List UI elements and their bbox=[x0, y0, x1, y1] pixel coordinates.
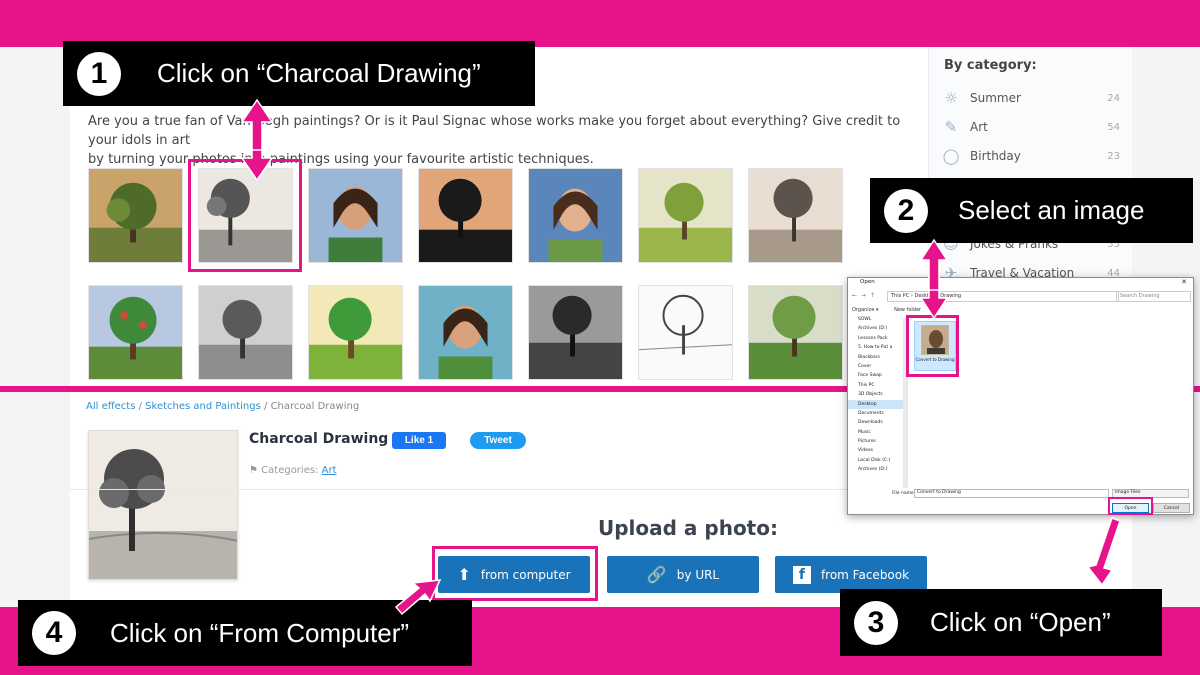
tag-icon: ⚑ bbox=[249, 465, 262, 476]
facebook-like-button[interactable]: Like 1 bbox=[392, 432, 446, 449]
sidebar-item-label: Summer bbox=[970, 91, 1021, 105]
tree-item[interactable]: Documents bbox=[848, 409, 907, 418]
facebook-icon: f bbox=[792, 565, 811, 584]
callout-text: Click on “Charcoal Drawing” bbox=[157, 58, 481, 88]
arrow-step-3 bbox=[1086, 517, 1121, 587]
callout-step-1: 1 Click on “Charcoal Drawing” bbox=[63, 41, 535, 106]
callout-step-3: 3 Click on “Open” bbox=[840, 589, 1162, 656]
sidebar-item-art[interactable]: ✎ Art 54 bbox=[940, 115, 1120, 139]
sidebar-item-summer[interactable]: ☼ Summer 24 bbox=[940, 86, 1120, 110]
effect-thumbnail-colored-pencil-portrait[interactable] bbox=[418, 285, 513, 380]
tweet-label: Tweet bbox=[484, 435, 512, 446]
effect-title: Charcoal Drawing bbox=[249, 431, 389, 447]
gallery-intro-line1: Are you a true fan of Van Gogh paintings… bbox=[88, 114, 901, 148]
page-margin-left bbox=[0, 47, 70, 386]
tree-item[interactable]: Music bbox=[848, 428, 907, 437]
effect-thumbnail-line-sketch-tree[interactable] bbox=[638, 285, 733, 380]
step-number: 2 bbox=[884, 188, 928, 233]
new-folder-button[interactable]: New folder bbox=[894, 307, 921, 313]
effect-preview-image bbox=[88, 430, 238, 580]
navigation-arrows-icon[interactable]: ← → ↑ bbox=[852, 292, 876, 299]
tree-item[interactable]: Blackbars bbox=[848, 353, 907, 362]
callout-step-2: 2 Select an image bbox=[870, 178, 1193, 243]
tree-item[interactable]: SOWL bbox=[848, 315, 907, 324]
effect-thumbnail-mosaic-tree[interactable] bbox=[88, 285, 183, 380]
breadcrumb-sketches[interactable]: Sketches and Paintings bbox=[145, 401, 261, 412]
sidebar-title: By category: bbox=[944, 58, 1037, 73]
sidebar-item-birthday[interactable]: ◯ Birthday 23 bbox=[940, 144, 1120, 168]
from-facebook-button[interactable]: f from Facebook bbox=[775, 556, 927, 593]
tree-item[interactable]: Pictures bbox=[848, 437, 907, 446]
sidebar-item-label: Birthday bbox=[970, 149, 1021, 163]
effect-thumbnail-impasto-tree[interactable] bbox=[748, 285, 843, 380]
from-computer-highlight bbox=[432, 546, 598, 601]
sidebar-item-count: 24 bbox=[1107, 92, 1120, 104]
breadcrumb-current: Charcoal Drawing bbox=[270, 401, 360, 412]
link-icon: 🔗 bbox=[646, 565, 667, 584]
sun-icon: ☼ bbox=[944, 89, 958, 107]
pink-banner-top bbox=[0, 0, 1200, 47]
breadcrumb: All effects / Sketches and Paintings / C… bbox=[86, 401, 359, 412]
dialog-title: Open bbox=[860, 279, 875, 285]
breadcrumb-all-effects[interactable]: All effects bbox=[86, 401, 135, 412]
step-number: 1 bbox=[77, 51, 121, 96]
file-name-input[interactable]: Convert to Drawing bbox=[914, 489, 1109, 498]
tree-item[interactable]: Videos bbox=[848, 446, 907, 455]
sidebar-item-label: Art bbox=[970, 120, 988, 134]
balloon-icon: ◯ bbox=[942, 147, 960, 165]
tree-item-selected[interactable]: Desktop bbox=[848, 399, 907, 409]
step-number: 3 bbox=[854, 600, 898, 645]
effect-thumbnail-watercolor-portrait[interactable] bbox=[528, 168, 623, 263]
effect-categories: ⚑ Categories: Art bbox=[249, 465, 337, 476]
by-url-button[interactable]: 🔗 by URL bbox=[607, 556, 759, 593]
sidebar-item-count: 54 bbox=[1107, 121, 1120, 133]
open-button-highlight bbox=[1108, 497, 1153, 515]
tree-item[interactable]: 5. How to Put a bbox=[848, 343, 907, 352]
tree-item[interactable]: Face Swap bbox=[848, 371, 907, 380]
file-name-label: File name: bbox=[892, 491, 916, 496]
effect-thumbnail-sketch-tree[interactable] bbox=[748, 168, 843, 263]
like-label: Like 1 bbox=[404, 435, 434, 446]
navigation-tree: SOWL Archives (D:) Lessons Pack 5. How t… bbox=[848, 315, 908, 487]
button-label: by URL bbox=[676, 567, 720, 582]
dialog-toolbar: Organize ▾ New folder bbox=[852, 307, 935, 313]
tree-item[interactable]: 3D Objects bbox=[848, 390, 907, 399]
effect-thumbnail-oil-tree[interactable] bbox=[88, 168, 183, 263]
step-number: 4 bbox=[32, 611, 76, 655]
charcoal-thumbnail-highlight bbox=[188, 159, 302, 272]
organize-button[interactable]: Organize ▾ bbox=[852, 307, 879, 313]
page-margin-left-lower bbox=[0, 392, 70, 607]
close-icon[interactable]: ✕ bbox=[1181, 278, 1187, 286]
tweet-button[interactable]: Tweet bbox=[470, 432, 526, 449]
tree-item[interactable]: Lessons Pack bbox=[848, 334, 907, 343]
address-bar[interactable]: This PC › Desktop › Drawing bbox=[887, 291, 1119, 302]
category-link-art[interactable]: Art bbox=[322, 465, 337, 476]
categories-label: Categories: bbox=[261, 465, 319, 476]
effect-thumbnail-crosshatch-tree[interactable] bbox=[528, 285, 623, 380]
callout-text: Select an image bbox=[958, 195, 1145, 225]
tree-item[interactable]: Cover bbox=[848, 362, 907, 371]
callout-text: Click on “Open” bbox=[930, 607, 1111, 637]
effect-thumbnail-pastel-tree[interactable] bbox=[638, 168, 733, 263]
brush-icon: ✎ bbox=[944, 118, 958, 136]
effect-thumbnail-graphite-tree[interactable] bbox=[198, 285, 293, 380]
upload-title: Upload a photo: bbox=[598, 516, 778, 540]
sidebar-item-count: 23 bbox=[1107, 150, 1120, 162]
effect-thumbnail-pencil-portrait[interactable] bbox=[308, 168, 403, 263]
effect-thumbnail-ink-silhouette[interactable] bbox=[418, 168, 513, 263]
tree-item[interactable]: This PC bbox=[848, 381, 907, 390]
file-open-dialog: Open ✕ ← → ↑ This PC › Desktop › Drawing… bbox=[847, 277, 1194, 515]
tree-item[interactable]: Local Disk (C:) bbox=[848, 456, 907, 465]
effect-thumbnail-acrylic-tree[interactable] bbox=[308, 285, 403, 380]
tree-item[interactable]: Archives (D:) bbox=[848, 324, 907, 333]
tree-item[interactable]: Archives (D:) bbox=[848, 465, 907, 474]
button-label: from Facebook bbox=[820, 567, 910, 582]
callout-text: Click on “From Computer” bbox=[110, 617, 410, 648]
cancel-button[interactable]: Cancel bbox=[1153, 503, 1190, 513]
file-selection-highlight bbox=[906, 315, 959, 377]
tree-item[interactable]: Downloads bbox=[848, 418, 907, 427]
search-input[interactable]: Search Drawing bbox=[1116, 291, 1191, 302]
callout-step-4: 4 Click on “From Computer” bbox=[18, 600, 472, 666]
